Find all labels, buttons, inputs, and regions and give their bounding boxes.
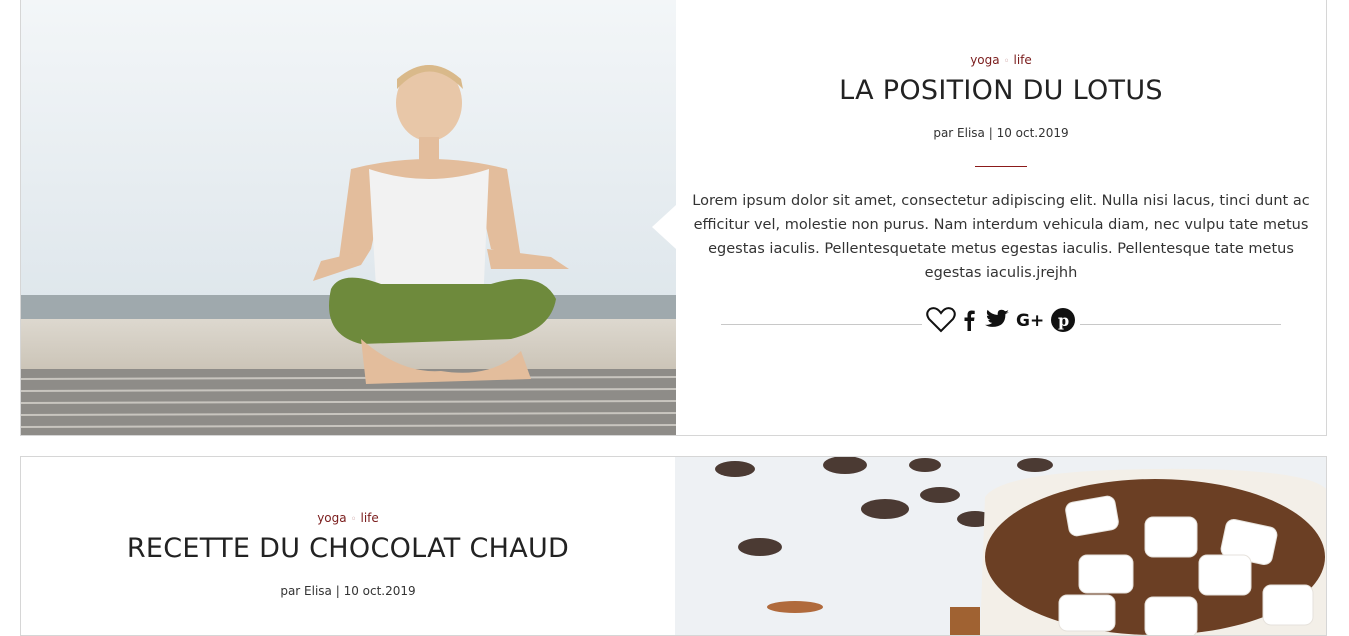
post-image-yoga[interactable] [21,0,676,435]
image-pointer-arrow [652,205,676,249]
post-meta: par Elisa | 10 oct.2019 [933,126,1069,140]
svg-text:G+: G+ [1016,311,1044,331]
category-link-life[interactable]: life [1014,53,1032,67]
post-meta: par Elisa | 10 oct.2019 [280,584,416,598]
post-content: yoga ◦ life RECETTE DU CHOCOLAT CHAUD par … [21,457,675,598]
blog-post-card: yoga ◦ life LA POSITION DU LOTUS par Elisa… [20,0,1327,436]
share-bar: G+ p [721,307,1281,345]
category-separator: ◦ [1003,56,1010,67]
category-link-yoga[interactable]: yoga [970,53,999,67]
svg-text:p: p [1058,311,1069,330]
category-link-yoga[interactable]: yoga [317,511,346,525]
post-image-hot-chocolate[interactable] [675,457,1326,635]
post-title[interactable]: LA POSITION DU LOTUS [676,75,1326,106]
category-separator: ◦ [350,514,357,525]
twitter-icon[interactable] [982,309,1010,331]
post-content: yoga ◦ life LA POSITION DU LOTUS par Elisa… [676,0,1326,345]
category-link-life[interactable]: life [361,511,379,525]
post-categories: yoga ◦ life [676,53,1326,67]
title-divider [975,166,1027,167]
blog-post-card: yoga ◦ life RECETTE DU CHOCOLAT CHAUD par … [20,456,1327,636]
post-title[interactable]: RECETTE DU CHOCOLAT CHAUD [21,533,675,564]
post-categories: yoga ◦ life [21,511,675,525]
post-excerpt: Lorem ipsum dolor sit amet, consectetur … [692,193,1310,281]
heart-icon[interactable] [926,307,956,333]
pinterest-icon[interactable]: p [1050,307,1076,333]
google-plus-icon[interactable]: G+ [1016,309,1044,331]
facebook-icon[interactable] [962,309,976,331]
